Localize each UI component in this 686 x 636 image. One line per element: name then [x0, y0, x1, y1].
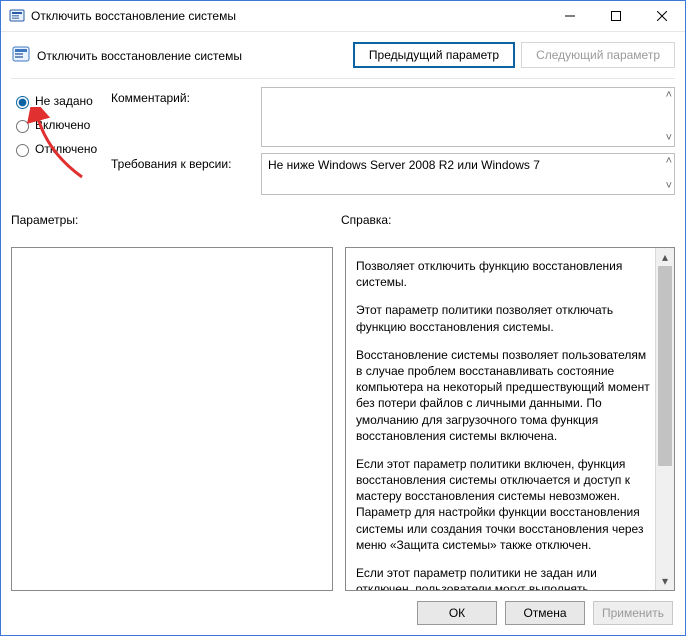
comment-input[interactable]: ˄ ˅ [261, 87, 675, 147]
close-button[interactable] [639, 1, 685, 31]
scroll-up-icon: ˄ [666, 156, 672, 167]
params-pane [11, 247, 333, 591]
next-setting-button: Следующий параметр [521, 42, 675, 68]
scroll-up-icon[interactable]: ▴ [656, 248, 674, 266]
cancel-button[interactable]: Отмена [505, 601, 585, 625]
version-label: Требования к версии: [111, 153, 261, 171]
ok-button[interactable]: ОК [417, 601, 497, 625]
help-p1: Позволяет отключить функцию восстановлен… [356, 258, 652, 290]
radio-disabled-label: Отключено [35, 142, 97, 156]
radio-not-configured-label: Не задано [35, 94, 93, 108]
scroll-thumb[interactable] [658, 266, 672, 466]
help-text: Позволяет отключить функцию восстановлен… [356, 258, 652, 591]
help-scrollbar[interactable]: ▴ ▾ [655, 248, 674, 590]
help-p2: Этот параметр политики позволяет отключа… [356, 302, 652, 334]
radio-enabled-label: Включено [35, 118, 90, 132]
setting-header: Отключить восстановление системы Предыду… [1, 31, 685, 74]
titlebar: Отключить восстановление системы [1, 1, 685, 31]
help-heading: Справка: [341, 213, 391, 227]
version-box: Не ниже Windows Server 2008 R2 или Windo… [261, 153, 675, 195]
previous-setting-button[interactable]: Предыдущий параметр [353, 42, 515, 68]
setting-name: Отключить восстановление системы [37, 48, 353, 63]
policy-dialog: Отключить восстановление системы Отключи… [0, 0, 686, 636]
help-p3: Восстановление системы позволяет пользов… [356, 347, 652, 444]
radio-enabled[interactable]: Включено [11, 113, 111, 137]
scroll-down-icon: ˅ [666, 181, 672, 192]
scroll-down-icon: ˅ [666, 133, 672, 144]
gpedit-icon [9, 8, 25, 24]
state-radio-group: Не задано Включено Отключено [11, 87, 111, 201]
scroll-down-icon[interactable]: ▾ [656, 572, 674, 590]
maximize-button[interactable] [593, 1, 639, 31]
scroll-up-icon: ˄ [666, 90, 672, 101]
help-p5: Если этот параметр политики не задан или… [356, 565, 652, 591]
policy-icon [11, 45, 31, 65]
divider [11, 78, 675, 79]
minimize-button[interactable] [547, 1, 593, 31]
help-pane: Позволяет отключить функцию восстановлен… [345, 247, 675, 591]
scroll-track[interactable] [656, 266, 674, 572]
params-heading: Параметры: [11, 213, 341, 227]
radio-enabled-input[interactable] [16, 120, 29, 133]
help-p4: Если этот параметр политики включен, фун… [356, 456, 652, 553]
radio-not-configured-input[interactable] [16, 96, 29, 109]
radio-not-configured[interactable]: Не задано [11, 89, 111, 113]
comment-label: Комментарий: [111, 87, 261, 105]
dialog-buttons: ОК Отмена Применить [1, 591, 685, 635]
window-title: Отключить восстановление системы [31, 9, 547, 23]
window-controls [547, 1, 685, 31]
apply-button: Применить [593, 601, 673, 625]
radio-disabled[interactable]: Отключено [11, 137, 111, 161]
radio-disabled-input[interactable] [16, 144, 29, 157]
version-value: Не ниже Windows Server 2008 R2 или Windo… [268, 158, 540, 172]
